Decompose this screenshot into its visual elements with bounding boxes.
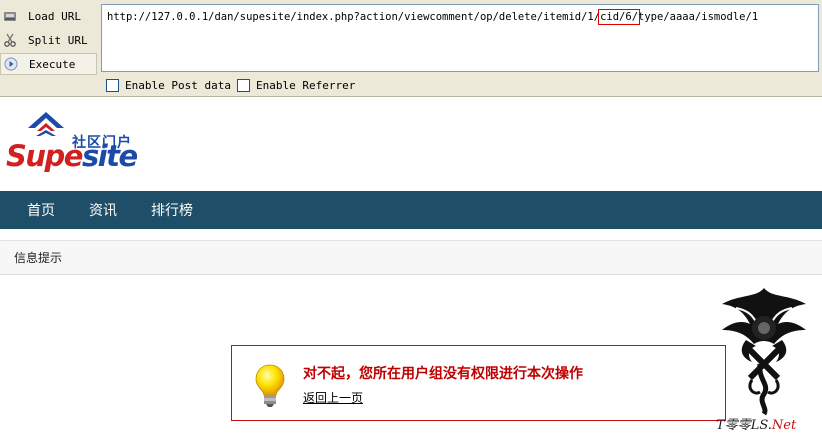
lightbulb-icon — [255, 364, 285, 407]
url-highlight: cid/6/ — [598, 9, 641, 25]
url-prefix: http://127.0.0.1/dan/supesite/index.php?… — [107, 11, 601, 23]
logo-word-part1: Supe — [6, 139, 83, 173]
logo-word-part2: site — [81, 139, 138, 173]
back-link[interactable]: 返回上一页 — [303, 389, 363, 406]
watermark-part1: T — [716, 418, 725, 433]
error-message: 对不起，您所在用户组没有权限进行本次操作 — [303, 366, 583, 382]
scissors-icon — [2, 32, 18, 48]
url-suffix: type/aaaa/ismodle/1 — [638, 11, 759, 23]
logo-house-icon — [28, 112, 64, 136]
play-icon — [3, 56, 19, 72]
nav-item-ranking[interactable]: 排行榜 — [151, 200, 193, 220]
load-url-button[interactable]: Load URL — [0, 5, 97, 27]
info-bar: 信息提示 — [0, 240, 822, 275]
split-url-label: Split URL — [28, 33, 88, 47]
load-url-label: Load URL — [28, 9, 81, 23]
nav-item-home[interactable]: 首页 — [27, 200, 55, 220]
load-url-icon — [2, 8, 18, 24]
enable-post-option[interactable]: Enable Post data — [106, 79, 231, 92]
tribal-dragon-watermark — [722, 288, 806, 416]
split-url-button[interactable]: Split URL — [0, 29, 97, 51]
enable-referrer-label: Enable Referrer — [256, 79, 356, 92]
watermark-part3: LS. — [750, 418, 772, 433]
site-logo[interactable]: 社区门户 Supesite — [6, 110, 146, 180]
enable-post-checkbox[interactable] — [106, 79, 119, 92]
logo-wordmark: Supesite — [6, 139, 138, 173]
main-nav: 首页 资讯 排行榜 — [0, 191, 822, 229]
info-bar-title: 信息提示 — [14, 251, 63, 265]
watermark-text: T零零LS.Net — [716, 414, 796, 433]
watermark-part2: 零零 — [724, 418, 751, 433]
message-box: 对不起，您所在用户组没有权限进行本次操作 返回上一页 — [231, 345, 726, 421]
enable-referrer-option[interactable]: Enable Referrer — [237, 79, 355, 92]
execute-button[interactable]: Execute — [0, 53, 97, 75]
hackbar-toolbar: Load URL Split URL Execute http://127.0.… — [0, 0, 822, 97]
enable-referrer-checkbox[interactable] — [237, 79, 250, 92]
nav-item-news[interactable]: 资讯 — [89, 200, 117, 220]
enable-post-label: Enable Post data — [125, 79, 231, 92]
watermark-part4: Net — [771, 418, 797, 433]
url-input[interactable]: http://127.0.0.1/dan/supesite/index.php?… — [101, 4, 819, 72]
execute-label: Execute — [29, 57, 76, 71]
